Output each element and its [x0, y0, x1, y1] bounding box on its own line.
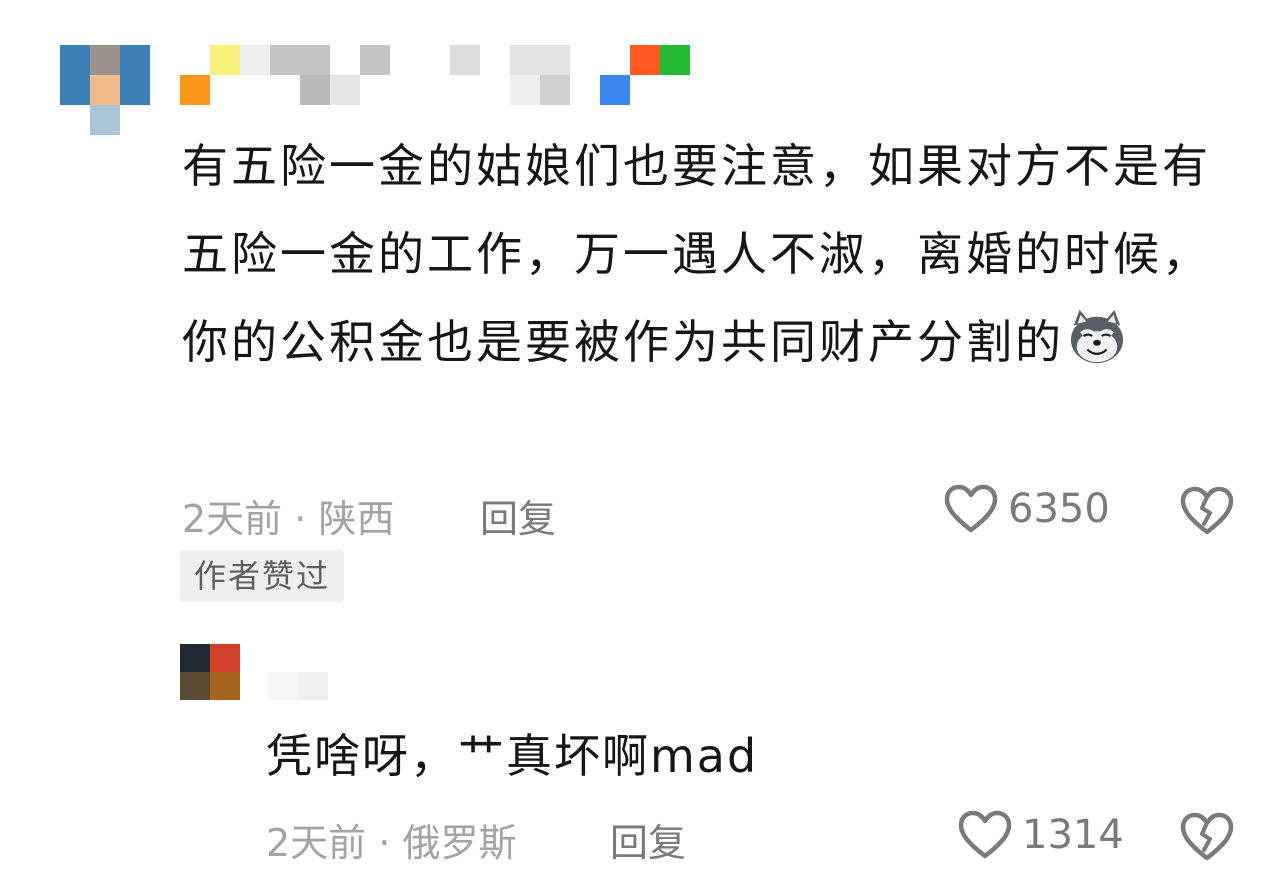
comment-time: 2天前 — [182, 497, 283, 541]
mosaic-pixel — [90, 75, 120, 105]
mosaic-pixel — [660, 45, 690, 75]
mosaic-pixel — [420, 45, 450, 75]
mosaic-pixel — [270, 75, 300, 105]
mosaic-pixel — [570, 75, 600, 105]
like-count: 6350 — [1008, 486, 1110, 532]
author-liked-badge: 作者赞过 — [180, 550, 345, 602]
reply-reply-button[interactable]: 回复 — [610, 812, 686, 867]
comment-meta: 2天前 · 陕西 — [182, 488, 394, 543]
mosaic-pixel — [450, 75, 480, 105]
mosaic-pixel — [210, 45, 240, 75]
mosaic-pixel — [360, 45, 390, 75]
mosaic-pixel — [480, 45, 510, 75]
mosaic-pixel — [268, 672, 298, 700]
mosaic-pixel — [180, 672, 210, 700]
mosaic-pixel — [180, 75, 210, 105]
mosaic-pixel — [180, 644, 210, 672]
mosaic-pixel — [90, 135, 120, 165]
mosaic-pixel — [240, 75, 270, 105]
mosaic-pixel — [180, 45, 210, 75]
mosaic-pixel — [60, 75, 90, 105]
mosaic-pixel — [240, 45, 270, 75]
mosaic-pixel — [210, 75, 240, 105]
mosaic-pixel — [60, 135, 90, 165]
mosaic-pixel — [120, 45, 150, 75]
like-button[interactable]: 6350 — [944, 484, 1110, 534]
reply-location: 俄罗斯 — [402, 821, 517, 865]
mosaic-pixel — [120, 135, 150, 165]
mosaic-pixel — [90, 105, 120, 135]
reply-like-button[interactable]: 1314 — [958, 810, 1124, 860]
reply-avatar[interactable] — [180, 644, 240, 700]
mosaic-pixel — [60, 105, 90, 135]
heart-outline-icon — [958, 810, 1012, 859]
mosaic-pixel — [300, 45, 330, 75]
broken-heart-icon — [1180, 486, 1234, 535]
reply-username[interactable] — [268, 672, 328, 700]
meta-separator: · — [294, 497, 307, 541]
mosaic-pixel — [540, 75, 570, 105]
husky-emoji-icon — [1070, 309, 1124, 364]
mosaic-pixel — [210, 672, 240, 700]
mosaic-pixel — [510, 75, 540, 105]
reply-time: 2天前 — [266, 821, 367, 865]
mosaic-pixel — [120, 75, 150, 105]
mosaic-pixel — [298, 672, 328, 700]
dislike-button[interactable] — [1180, 486, 1234, 536]
reply-button[interactable]: 回复 — [480, 488, 556, 543]
reply-like-count: 1314 — [1022, 812, 1124, 858]
comment-body: 有五险一金的姑娘们也要注意，如果对方不是有五险一金的工作，万一遇人不淑，离婚的时… — [182, 139, 1211, 369]
commenter-avatar[interactable] — [60, 45, 150, 165]
mosaic-pixel — [90, 45, 120, 75]
mosaic-pixel — [510, 45, 540, 75]
comment-text: 有五险一金的姑娘们也要注意，如果对方不是有五险一金的工作，万一遇人不淑，离婚的时… — [182, 122, 1222, 386]
mosaic-pixel — [480, 75, 510, 105]
mosaic-pixel — [450, 45, 480, 75]
mosaic-pixel — [540, 45, 570, 75]
mosaic-pixel — [330, 45, 360, 75]
mosaic-pixel — [60, 45, 90, 75]
mosaic-pixel — [600, 75, 630, 105]
reply-meta: 2天前 · 俄罗斯 — [266, 812, 516, 867]
mosaic-pixel — [330, 75, 360, 105]
mosaic-pixel — [270, 45, 300, 75]
reply-text: 凭啥呀，艹真坏啊mad — [266, 729, 759, 783]
mosaic-pixel — [630, 45, 660, 75]
mosaic-pixel — [120, 105, 150, 135]
mosaic-pixel — [390, 75, 420, 105]
mosaic-pixel — [300, 75, 330, 105]
mosaic-pixel — [630, 75, 660, 105]
mosaic-pixel — [660, 75, 690, 105]
comment-location: 陕西 — [318, 497, 395, 541]
reply-dislike-button[interactable] — [1180, 812, 1234, 862]
mosaic-pixel — [420, 75, 450, 105]
commenter-username[interactable] — [180, 45, 690, 105]
mosaic-pixel — [570, 45, 600, 75]
mosaic-pixel — [360, 75, 390, 105]
mosaic-pixel — [600, 45, 630, 75]
mosaic-pixel — [390, 45, 420, 75]
meta-separator: · — [378, 821, 391, 865]
mosaic-pixel — [210, 644, 240, 672]
broken-heart-icon — [1180, 812, 1234, 861]
heart-outline-icon — [944, 484, 998, 533]
